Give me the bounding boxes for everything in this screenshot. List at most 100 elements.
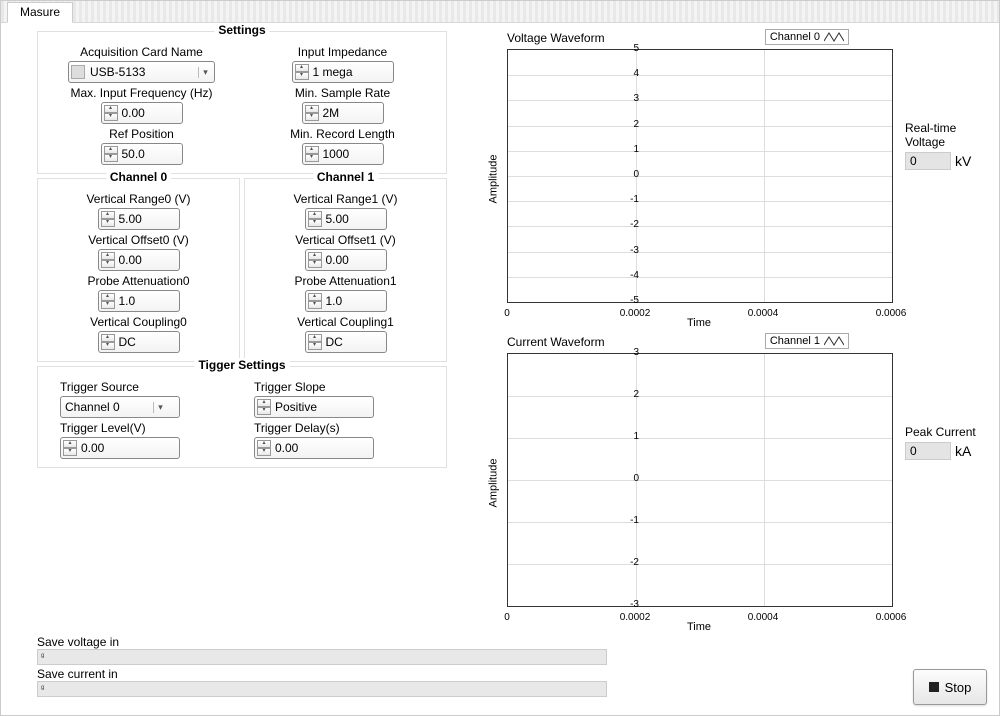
settings-group: Settings Acquisition Card Name ▾ Max. In… (37, 31, 447, 174)
max-freq-label: Max. Input Frequency (Hz) (70, 86, 212, 100)
current-xlabel: Time (687, 621, 711, 633)
stop-button[interactable]: Stop (913, 669, 987, 705)
spinner-icon[interactable]: ▴▾ (104, 105, 118, 121)
spinner-icon[interactable]: ▴▾ (295, 64, 309, 80)
chevron-down-icon[interactable]: ▾ (153, 402, 167, 413)
spinner-icon[interactable]: ▴▾ (101, 211, 115, 227)
current-legend-label: Channel 1 (770, 335, 820, 347)
ch0-coupling-select[interactable]: ▴▾ (98, 331, 180, 353)
voltage-legend-label: Channel 0 (770, 31, 820, 43)
spinner-icon[interactable]: ▴▾ (104, 146, 118, 162)
voltage-plot-area[interactable] (507, 49, 893, 303)
trigger-level-spinner[interactable]: ▴▾ (60, 437, 180, 459)
ch1-atten-label: Probe Attenuation1 (294, 274, 396, 288)
ch1-offset-input[interactable] (324, 253, 384, 267)
peak-current-readout: Peak Current 0kA (905, 425, 976, 460)
impedance-input[interactable] (311, 65, 391, 79)
ch0-coupling-label: Vertical Coupling0 (90, 315, 187, 329)
ch0-range-input[interactable] (117, 212, 177, 226)
spinner-icon[interactable]: ▴▾ (101, 334, 115, 350)
pc-value: 0 (905, 442, 951, 460)
ch1-offset-label: Vertical Offset1 (V) (295, 233, 395, 247)
ch0-atten-spinner[interactable]: ▴▾ (98, 290, 180, 312)
spinner-icon[interactable]: ▴▾ (257, 399, 271, 415)
ch0-offset-spinner[interactable]: ▴▾ (98, 249, 180, 271)
ch0-atten-input[interactable] (117, 294, 177, 308)
max-freq-input[interactable] (120, 106, 180, 120)
trigger-source-select[interactable]: ▾ (60, 396, 180, 418)
spinner-icon[interactable]: ▴▾ (308, 252, 322, 268)
spinner-icon[interactable]: ▴▾ (101, 293, 115, 309)
min-rate-label: Min. Sample Rate (295, 86, 390, 100)
waveform-icon (824, 335, 844, 347)
stop-label: Stop (945, 680, 972, 695)
trigger-slope-select[interactable]: ▴▾ (254, 396, 374, 418)
stop-icon (929, 682, 939, 692)
trigger-level-input[interactable] (79, 441, 169, 455)
current-ylabel: Amplitude (487, 459, 499, 508)
spinner-icon[interactable]: ▴▾ (305, 146, 319, 162)
ch1-range-input[interactable] (324, 212, 384, 226)
current-chart-legend[interactable]: Channel 1 (765, 333, 849, 349)
ch1-atten-spinner[interactable]: ▴▾ (305, 290, 387, 312)
spinner-icon[interactable]: ▴▾ (257, 440, 271, 456)
channel1-group: Channel 1 Vertical Range1 (V) ▴▾ Vertica… (244, 178, 447, 362)
current-chart: Current Waveform Channel 1 Amplitude Tim… (469, 335, 989, 631)
trigger-level-label: Trigger Level(V) (60, 421, 146, 435)
save-voltage-path[interactable]: ᵍ (37, 649, 607, 665)
max-freq-spinner[interactable]: ▴▾ (101, 102, 183, 124)
trigger-legend: Tigger Settings (194, 358, 289, 372)
spinner-icon[interactable]: ▴▾ (305, 105, 319, 121)
spinner-icon[interactable]: ▴▾ (308, 293, 322, 309)
spinner-icon[interactable]: ▴▾ (308, 334, 322, 350)
impedance-label: Input Impedance (298, 45, 387, 59)
trigger-delay-input[interactable] (273, 441, 363, 455)
acq-name-select[interactable]: ▾ (68, 61, 215, 83)
ref-pos-input[interactable] (120, 147, 180, 161)
trigger-group: Tigger Settings Trigger Source ▾ Trigger… (37, 366, 447, 468)
trigger-source-input[interactable] (63, 400, 153, 414)
current-plot-area[interactable] (507, 353, 893, 607)
settings-legend: Settings (214, 23, 269, 37)
voltage-chart-legend[interactable]: Channel 0 (765, 29, 849, 45)
acq-name-input[interactable] (88, 65, 198, 79)
trigger-delay-spinner[interactable]: ▴▾ (254, 437, 374, 459)
pc-unit: kA (955, 443, 971, 459)
ch1-coupling-label: Vertical Coupling1 (297, 315, 394, 329)
ch1-coupling-select[interactable]: ▴▾ (305, 331, 387, 353)
trigger-slope-input[interactable] (273, 400, 363, 414)
ch0-range-spinner[interactable]: ▴▾ (98, 208, 180, 230)
voltage-ylabel: Amplitude (487, 155, 499, 204)
chevron-down-icon[interactable]: ▾ (198, 67, 212, 78)
ref-pos-spinner[interactable]: ▴▾ (101, 143, 183, 165)
ch1-range-spinner[interactable]: ▴▾ (305, 208, 387, 230)
min-rec-input[interactable] (321, 147, 381, 161)
ch0-offset-input[interactable] (117, 253, 177, 267)
rtv-label: Real-time Voltage (905, 121, 989, 149)
waveform-icon (824, 31, 844, 43)
ch0-coupling-input[interactable] (117, 335, 177, 349)
ch1-coupling-input[interactable] (324, 335, 384, 349)
save-current-label: Save current in (37, 667, 607, 681)
save-current-path[interactable]: ᵍ (37, 681, 607, 697)
min-rate-spinner[interactable]: ▴▾ (302, 102, 384, 124)
impedance-select[interactable]: ▴▾ (292, 61, 394, 83)
ch0-atten-label: Probe Attenuation0 (87, 274, 189, 288)
trigger-source-label: Trigger Source (60, 380, 139, 394)
pc-label: Peak Current (905, 425, 976, 439)
spinner-icon[interactable]: ▴▾ (63, 440, 77, 456)
save-voltage-label: Save voltage in (37, 635, 607, 649)
voltage-chart-title: Voltage Waveform (507, 31, 605, 45)
tab-measure[interactable]: Masure (7, 2, 73, 23)
min-rec-spinner[interactable]: ▴▾ (302, 143, 384, 165)
spinner-icon[interactable]: ▴▾ (101, 252, 115, 268)
channel1-legend: Channel 1 (313, 170, 378, 184)
channel0-group: Channel 0 Vertical Range0 (V) ▴▾ Vertica… (37, 178, 240, 362)
acq-name-label: Acquisition Card Name (80, 45, 203, 59)
min-rate-input[interactable] (321, 106, 381, 120)
voltage-chart: Voltage Waveform Channel 0 Amplitude Tim… (469, 31, 989, 327)
ch1charset-atten-input[interactable] (324, 294, 384, 308)
realtime-voltage-readout: Real-time Voltage 0kV (905, 121, 989, 170)
ch1-offset-spinner[interactable]: ▴▾ (305, 249, 387, 271)
spinner-icon[interactable]: ▴▾ (308, 211, 322, 227)
